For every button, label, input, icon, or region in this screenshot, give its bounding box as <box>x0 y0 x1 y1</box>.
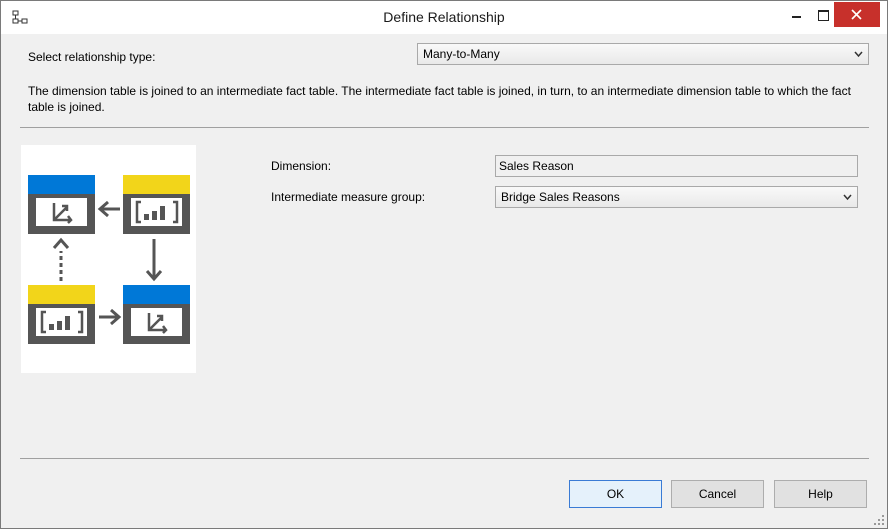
measure-group-value: Bridge Sales Reasons <box>501 190 620 204</box>
window-title: Define Relationship <box>383 9 505 25</box>
relationship-type-select[interactable]: Many-to-Many <box>417 43 869 65</box>
arrow-down-icon <box>145 239 163 282</box>
many-to-many-diagram <box>21 145 196 373</box>
bottom-separator <box>20 458 869 459</box>
minimize-button[interactable] <box>780 1 814 31</box>
cancel-button[interactable]: Cancel <box>671 480 764 508</box>
intermediate-dimension-table-icon <box>123 285 190 344</box>
relationship-type-label: Select relationship type: <box>28 50 156 64</box>
dimension-label: Dimension: <box>271 159 332 173</box>
close-button[interactable] <box>834 2 880 27</box>
chevron-down-icon <box>854 51 863 58</box>
resize-grip-icon[interactable] <box>873 514 885 526</box>
measure-group-label: Intermediate measure group: <box>271 190 426 204</box>
dimension-table-icon <box>28 175 95 234</box>
relationship-description: The dimension table is joined to an inte… <box>28 84 851 114</box>
chevron-down-icon <box>843 194 852 201</box>
top-separator <box>20 127 869 128</box>
arrow-right-icon <box>99 308 122 326</box>
dimension-field[interactable]: Sales Reason <box>495 155 858 177</box>
define-relationship-dialog: Define Relationship Select relationship … <box>0 0 888 529</box>
help-button[interactable]: Help <box>774 480 867 508</box>
maximize-button[interactable] <box>814 1 834 31</box>
ok-button[interactable]: OK <box>569 480 662 508</box>
close-icon <box>851 9 862 20</box>
fact-table-icon <box>123 175 190 234</box>
intermediate-fact-table-icon <box>28 285 95 344</box>
dotted-arrow-up-icon <box>52 237 70 281</box>
title-bar: Define Relationship <box>1 1 887 34</box>
relationship-type-value: Many-to-Many <box>423 47 500 61</box>
arrow-left-icon <box>97 200 120 218</box>
dimension-value: Sales Reason <box>499 159 574 173</box>
measure-group-select[interactable]: Bridge Sales Reasons <box>495 186 858 208</box>
